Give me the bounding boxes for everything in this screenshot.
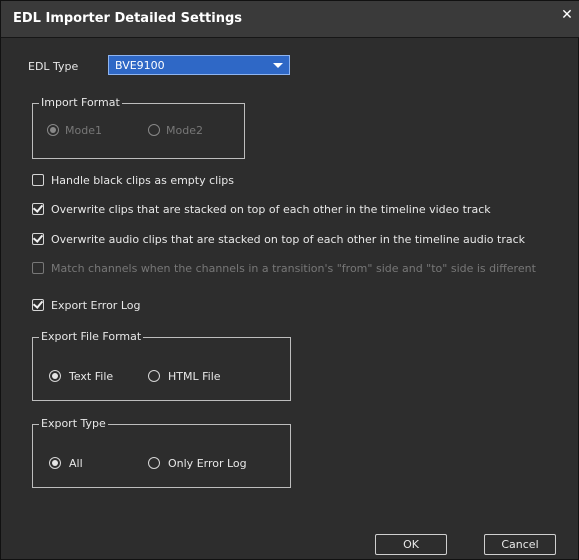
handle-black-checkbox[interactable] <box>32 174 44 186</box>
only-error-log-label: Only Error Log <box>168 457 247 470</box>
match-channels-label: Match channels when the channels in a tr… <box>51 262 536 275</box>
title-bar: EDL Importer Detailed Settings ✕ <box>1 1 579 38</box>
edl-importer-settings-dialog: EDL Importer Detailed Settings ✕ EDL Typ… <box>0 0 579 560</box>
mode2-radio <box>148 124 160 136</box>
export-file-format-legend: Export File Format <box>39 330 144 343</box>
overwrite-audio-label: Overwrite audio clips that are stacked o… <box>51 233 526 246</box>
cancel-button[interactable]: Cancel <box>484 534 556 555</box>
mode1-label: Mode1 <box>65 124 102 137</box>
import-format-legend: Import Format <box>39 96 122 109</box>
mode2-label: Mode2 <box>166 124 203 137</box>
export-error-log-label: Export Error Log <box>51 299 141 312</box>
export-file-format-group: Export File Format Text File HTML File <box>32 330 291 401</box>
match-channels-checkbox <box>32 262 44 274</box>
overwrite-video-label: Overwrite clips that are stacked on top … <box>51 203 491 216</box>
only-error-log-radio[interactable] <box>148 457 160 469</box>
text-file-radio[interactable] <box>49 370 61 382</box>
import-format-group: Import Format Mode1 Mode2 <box>32 96 245 159</box>
overwrite-audio-checkbox[interactable] <box>32 233 44 245</box>
handle-black-label: Handle black clips as empty clips <box>51 174 234 187</box>
html-file-label: HTML File <box>168 370 221 383</box>
overwrite-video-checkbox[interactable] <box>32 203 44 215</box>
export-type-legend: Export Type <box>39 417 108 430</box>
all-label: All <box>69 457 83 470</box>
edl-type-value: BVE9100 <box>115 59 165 72</box>
edl-type-label: EDL Type <box>28 60 79 73</box>
mode1-radio <box>47 124 59 136</box>
chevron-down-icon <box>273 63 283 68</box>
export-type-group: Export Type All Only Error Log <box>32 417 291 488</box>
close-icon[interactable]: ✕ <box>560 8 574 22</box>
text-file-label: Text File <box>69 370 114 383</box>
edl-type-dropdown[interactable]: BVE9100 <box>108 55 290 75</box>
export-error-log-checkbox[interactable] <box>32 299 44 311</box>
dialog-title: EDL Importer Detailed Settings <box>13 11 242 26</box>
ok-button[interactable]: OK <box>375 534 447 555</box>
html-file-radio[interactable] <box>148 370 160 382</box>
all-radio[interactable] <box>49 457 61 469</box>
